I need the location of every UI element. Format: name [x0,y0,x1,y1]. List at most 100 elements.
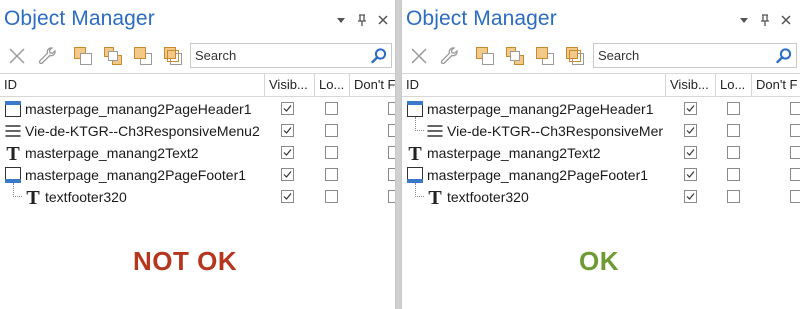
layer-stack-icon[interactable] [162,45,184,67]
tree-row[interactable]: masterpage_manang2PageHeader1 [402,98,800,120]
svg-text:T: T [428,188,442,206]
dont-print-checkbox[interactable] [388,168,395,181]
visible-checkbox[interactable] [281,102,294,115]
object-id-label: masterpage_manang2PageHeader1 [25,101,252,117]
column-header-id[interactable]: ID [402,74,665,96]
object-manager-panel-right: Object Manager IDVisib...Lo...Don't F mast… [401,0,800,309]
column-header-locked[interactable]: Lo... [715,74,751,96]
layer-front-icon[interactable] [132,45,154,67]
tree-row[interactable]: masterpage_manang2PageFooter1 [0,164,395,186]
status-annotation: OK [579,246,619,276]
title-bar: Object Manager [0,0,395,40]
visible-checkbox[interactable] [281,168,294,181]
visible-checkbox[interactable] [281,146,294,159]
layer-stack-icon[interactable] [564,45,586,67]
status-annotation: NOT OK [133,246,238,276]
locked-checkbox[interactable] [727,146,740,159]
tree-row[interactable]: Ttextfooter320 [402,183,800,209]
dont-print-checkbox[interactable] [790,168,800,181]
visible-checkbox[interactable] [684,168,697,181]
column-header-visible[interactable]: Visib... [665,74,715,96]
tree-row[interactable]: masterpage_manang2PageFooter1 [402,164,800,186]
close-x-icon[interactable] [408,45,430,67]
search-input[interactable] [598,47,758,64]
close-icon[interactable] [779,12,793,28]
locked-checkbox[interactable] [325,102,338,115]
search-icon[interactable] [775,47,793,65]
locked-checkbox[interactable] [325,190,338,203]
menu-icon [4,122,22,140]
dont-print-checkbox[interactable] [388,146,395,159]
object-id-label: Vie-de-KTGR--Ch3ResponsiveMer [447,123,663,139]
search-box [190,43,392,68]
wrench-icon[interactable] [36,45,58,67]
close-x-icon[interactable] [6,45,28,67]
locked-checkbox[interactable] [727,168,740,181]
layer-arrange-icon[interactable] [102,45,124,67]
text-icon: T [426,187,444,209]
locked-checkbox[interactable] [325,168,338,181]
dont-print-checkbox[interactable] [790,102,800,115]
tree-row[interactable]: Vie-de-KTGR--Ch3ResponsiveMer [402,117,800,142]
locked-checkbox[interactable] [727,190,740,203]
column-header-id[interactable]: ID [0,74,264,96]
object-id-label: masterpage_manang2PageFooter1 [25,167,247,183]
tree-connector [415,183,424,197]
object-id-label: Vie-de-KTGR--Ch3ResponsiveMenu2 [25,123,260,139]
column-header-visible[interactable]: Visib... [264,74,314,96]
visible-checkbox[interactable] [684,124,697,137]
dropdown-icon[interactable] [737,12,751,28]
dont-print-checkbox[interactable] [388,102,395,115]
visible-checkbox[interactable] [684,146,697,159]
search-icon[interactable] [370,47,388,65]
layer-front-icon[interactable] [534,45,556,67]
dropdown-icon[interactable] [334,12,348,28]
column-header-dont-print[interactable]: Don't F [751,74,800,96]
visible-checkbox[interactable] [281,190,294,203]
pin-icon[interactable] [758,12,772,28]
page-header-icon [4,100,22,118]
tree-row[interactable]: Tmasterpage_manang2Text2 [0,142,395,165]
text-icon: T [406,143,424,165]
wrench-icon[interactable] [438,45,460,67]
dont-print-checkbox[interactable] [790,190,800,203]
dont-print-checkbox[interactable] [388,190,395,203]
column-header-locked[interactable]: Lo... [314,74,349,96]
dont-print-checkbox[interactable] [388,124,395,137]
locked-checkbox[interactable] [325,124,338,137]
object-id-label: masterpage_manang2PageHeader1 [427,101,654,117]
tree-row[interactable]: Tmasterpage_manang2Text2 [402,142,800,165]
locked-checkbox[interactable] [727,124,740,137]
object-manager-panel-left: Object Manager IDVisib...Lo...Don't F mast… [0,0,396,309]
page-header-icon [406,100,424,118]
tree-connector [415,117,424,131]
locked-checkbox[interactable] [325,146,338,159]
layer-arrange-icon[interactable] [504,45,526,67]
panel-title: Object Manager [406,7,557,30]
tree-row[interactable]: Vie-de-KTGR--Ch3ResponsiveMenu2 [0,120,395,142]
column-header-dont-print[interactable]: Don't F [349,74,395,96]
tree-connector [13,183,22,197]
search-input[interactable] [195,47,355,64]
search-box [593,43,797,68]
svg-text:T: T [26,188,40,206]
visible-checkbox[interactable] [684,102,697,115]
tree-row[interactable]: Ttextfooter320 [0,183,395,209]
object-id-label: textfooter320 [447,189,529,205]
layer-back-icon[interactable] [474,45,496,67]
pin-icon[interactable] [355,12,369,28]
dont-print-checkbox[interactable] [790,124,800,137]
visible-checkbox[interactable] [684,190,697,203]
object-id-label: textfooter320 [45,189,127,205]
layer-back-icon[interactable] [72,45,94,67]
close-icon[interactable] [376,12,390,28]
dont-print-checkbox[interactable] [790,146,800,159]
locked-checkbox[interactable] [727,102,740,115]
visible-checkbox[interactable] [281,124,294,137]
text-icon: T [24,187,42,209]
tree-row[interactable]: masterpage_manang2PageHeader1 [0,98,395,120]
page-footer-icon [406,166,424,184]
panel-title: Object Manager [4,7,155,30]
svg-text:T: T [408,144,422,162]
column-header: ID Visib... Lo... Don't F [0,73,395,97]
